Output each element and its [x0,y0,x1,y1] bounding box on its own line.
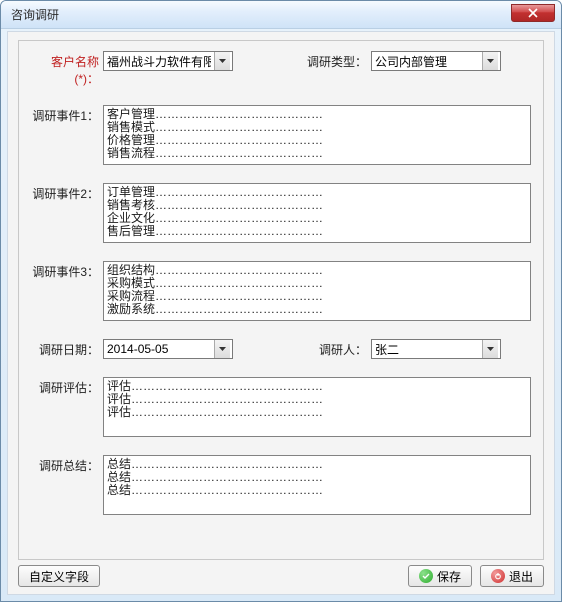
person-label: 调研人： [303,339,371,358]
chevron-down-icon[interactable] [482,340,498,358]
event3-textarea[interactable] [103,261,531,321]
customer-label: 客户名称(*)： [31,51,103,87]
person-combo[interactable] [371,339,501,359]
custom-field-label: 自定义字段 [29,568,89,585]
row-customer-type: 客户名称(*)： 调研类型： [31,51,531,87]
eval-textarea[interactable] [103,377,531,437]
row-summary: 调研总结： [31,455,531,515]
event3-label: 调研事件3： [31,261,103,280]
check-icon [419,569,433,583]
eval-label: 调研评估： [31,377,103,396]
event2-label: 调研事件2： [31,183,103,202]
event1-label: 调研事件1： [31,105,103,124]
row-event1: 调研事件1： [31,105,531,165]
type-label: 调研类型： [303,51,371,70]
footer-bar: 自定义字段 保存 退出 [18,564,544,588]
close-button[interactable] [511,4,555,22]
customer-combo[interactable] [103,51,233,71]
row-eval: 调研评估： [31,377,531,437]
summary-label: 调研总结： [31,455,103,474]
date-label: 调研日期： [31,339,103,358]
chevron-down-icon[interactable] [214,52,230,70]
form-panel: 客户名称(*)： 调研类型： 调研事件1： 调研事件2： [18,40,544,560]
exit-button[interactable]: 退出 [480,565,544,587]
type-input[interactable] [372,52,482,70]
chevron-down-icon[interactable] [482,52,498,70]
type-combo[interactable] [371,51,501,71]
window-title: 咨询调研 [11,6,59,23]
titlebar: 咨询调研 [1,1,561,29]
date-combo[interactable] [103,339,233,359]
person-input[interactable] [372,340,482,358]
save-label: 保存 [437,568,461,585]
row-event3: 调研事件3： [31,261,531,321]
save-button[interactable]: 保存 [408,565,472,587]
row-date-person: 调研日期： 调研人： [31,339,531,359]
exit-label: 退出 [509,568,533,585]
power-icon [491,569,505,583]
app-window: 咨询调研 客户名称(*)： 调研类型： 调研事件1： [0,0,562,602]
row-event2: 调研事件2： [31,183,531,243]
summary-textarea[interactable] [103,455,531,515]
event2-textarea[interactable] [103,183,531,243]
customer-input[interactable] [104,52,214,70]
date-input[interactable] [104,340,214,358]
client-area: 客户名称(*)： 调研类型： 调研事件1： 调研事件2： [7,31,555,595]
custom-field-button[interactable]: 自定义字段 [18,565,100,587]
event1-textarea[interactable] [103,105,531,165]
close-icon [528,8,538,18]
chevron-down-icon[interactable] [214,340,230,358]
